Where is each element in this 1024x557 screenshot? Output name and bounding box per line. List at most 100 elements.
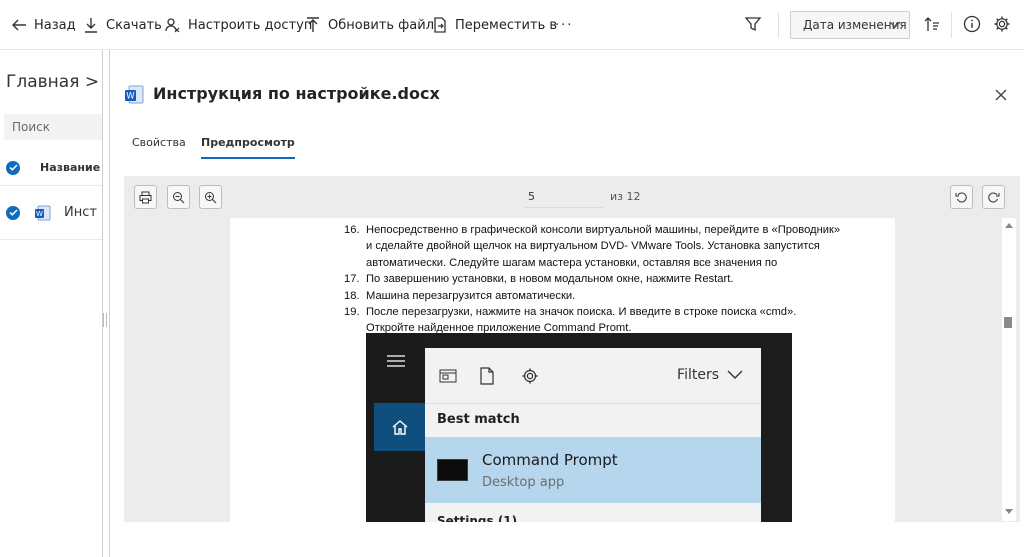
console-icon [437,459,468,481]
row-checkbox[interactable] [6,205,20,220]
chevron-down-icon [889,21,901,28]
svg-text:W: W [126,92,135,102]
zoom-in-button[interactable] [199,185,222,209]
info-icon [963,15,981,33]
download-icon [85,18,97,33]
checkmark-icon [8,164,18,171]
rotate-right-icon [988,192,1000,202]
move-to-label: Переместить в [455,17,558,33]
home-icon [374,403,425,451]
panel-title: Инструкция по настройке.docx [153,84,440,103]
page-input-underline [524,207,604,208]
filters-dropdown: Filters [677,367,743,383]
list-number: 19. [344,306,360,319]
tab-properties[interactable]: Свойства [132,136,186,157]
chevron-down-icon [727,370,743,379]
word-file-icon: W [125,85,144,104]
move-to-button[interactable]: Переместить в [431,14,557,36]
more-button[interactable]: ··· [555,14,573,36]
doc-line: и сделайте двойной щелчок на виртуальном… [344,238,840,254]
doc-line: автоматически. Следуйте шагам мастера ус… [344,255,840,271]
search-results-pane: Filters Best match Command Prompt Deskto… [425,348,761,522]
select-all-checkbox[interactable] [6,160,20,175]
rotate-left-button[interactable] [950,185,973,209]
splitter-grip[interactable] [103,313,107,327]
details-panel: W Инструкция по настройке.docx Свойства … [110,50,1024,557]
back-label: Назад [34,17,76,33]
sort-dropdown[interactable]: Дата изменения [790,11,910,39]
page-total: из 12 [610,190,641,203]
download-label: Скачать [106,17,162,33]
checkmark-icon [8,209,18,216]
doc-line: 19. После перезагрузки, нажмите на значок… [344,304,840,320]
line-text: По завершению установки, в новом модальн… [366,273,734,286]
rotate-left-icon [955,192,967,202]
line-text: Непосредственно в графической консоли ви… [366,224,841,236]
filter-button[interactable] [743,14,763,34]
close-icon[interactable] [992,86,1010,104]
zoom-out-icon [173,191,185,203]
app-title: Command Prompt [482,451,618,469]
document-text: 16. Непосредственно в графической консоли… [344,222,840,337]
document-icon [480,366,494,385]
sort-direction-button[interactable] [922,14,942,34]
rotate-right-button[interactable] [982,185,1005,209]
embedded-screenshot: Filters Best match Command Prompt Deskto… [366,333,792,522]
settings-heading: Settings (1) [437,514,518,522]
print-button[interactable] [134,185,157,209]
filters-label: Filters [677,367,719,383]
pane-splitter[interactable] [102,50,110,557]
printer-icon [139,191,152,203]
list-number: 17. [344,273,360,286]
people-icon [165,18,180,33]
tab-preview[interactable]: Предпросмотр [201,136,295,159]
search-filter-bar: Filters [425,348,761,403]
line-text: и сделайте двойной щелчок на виртуальном… [366,240,820,253]
line-text: автоматически. Следуйте шагам мастера ус… [366,256,778,269]
share-button[interactable]: Настроить доступ [164,14,312,36]
file-name: Инст [64,205,97,220]
search-input[interactable]: Поиск [4,114,103,140]
viewer-scrollbar[interactable] [1002,218,1016,521]
list-header-row: Название [0,150,103,186]
best-match-item: Command Prompt Desktop app [425,437,761,503]
document-page: 16. Непосредственно в графической консоли… [230,218,895,522]
update-file-button[interactable]: Обновить файл [304,14,434,36]
page-number-input[interactable]: 5 [528,190,535,203]
file-list-pane: Главная > Л Поиск Название W Инст [0,50,103,557]
word-file-icon: W [35,205,51,220]
download-button[interactable]: Скачать [82,14,162,36]
command-bar: Назад Скачать Настроить доступ Обновить … [0,0,1024,50]
info-button[interactable] [962,14,982,34]
list-number: 18. [344,289,360,302]
hamburger-icon [366,333,425,388]
doc-line: 16. Непосредственно в графической консоли… [344,222,840,238]
list-item[interactable]: W Инст [0,186,103,240]
document-viewer: 5 из 12 16. Непосредственно в графической… [124,176,1020,522]
toolbar-divider [951,12,952,38]
list-number: 16. [344,224,360,236]
back-button[interactable]: Назад [10,14,76,36]
filter-icon [744,17,762,32]
gear-icon [522,368,538,383]
settings-button[interactable] [992,14,1012,34]
doc-line: 18. Машина перезагрузится автоматически. [344,288,840,304]
divider [425,403,761,404]
move-file-icon [434,17,446,33]
scrollbar-thumb[interactable] [1004,317,1012,328]
svg-text:W: W [36,210,43,218]
zoom-out-button[interactable] [167,185,190,209]
best-match-heading: Best match [437,412,520,427]
doc-line: 17. По завершению установки, в новом мода… [344,271,840,287]
toolbar-divider [778,12,779,38]
line-text: Машина перезагрузится автоматически. [366,289,576,302]
start-sidebar [366,333,425,522]
breadcrumb[interactable]: Главная > Л [6,72,103,92]
share-label: Настроить доступ [188,17,313,33]
scroll-down-icon[interactable] [1005,509,1013,515]
scroll-up-icon[interactable] [1005,222,1013,228]
zoom-in-icon [205,191,217,203]
column-header-name[interactable]: Название [40,161,100,174]
sort-ascending-icon [924,17,939,31]
arrow-left-icon [12,19,26,31]
